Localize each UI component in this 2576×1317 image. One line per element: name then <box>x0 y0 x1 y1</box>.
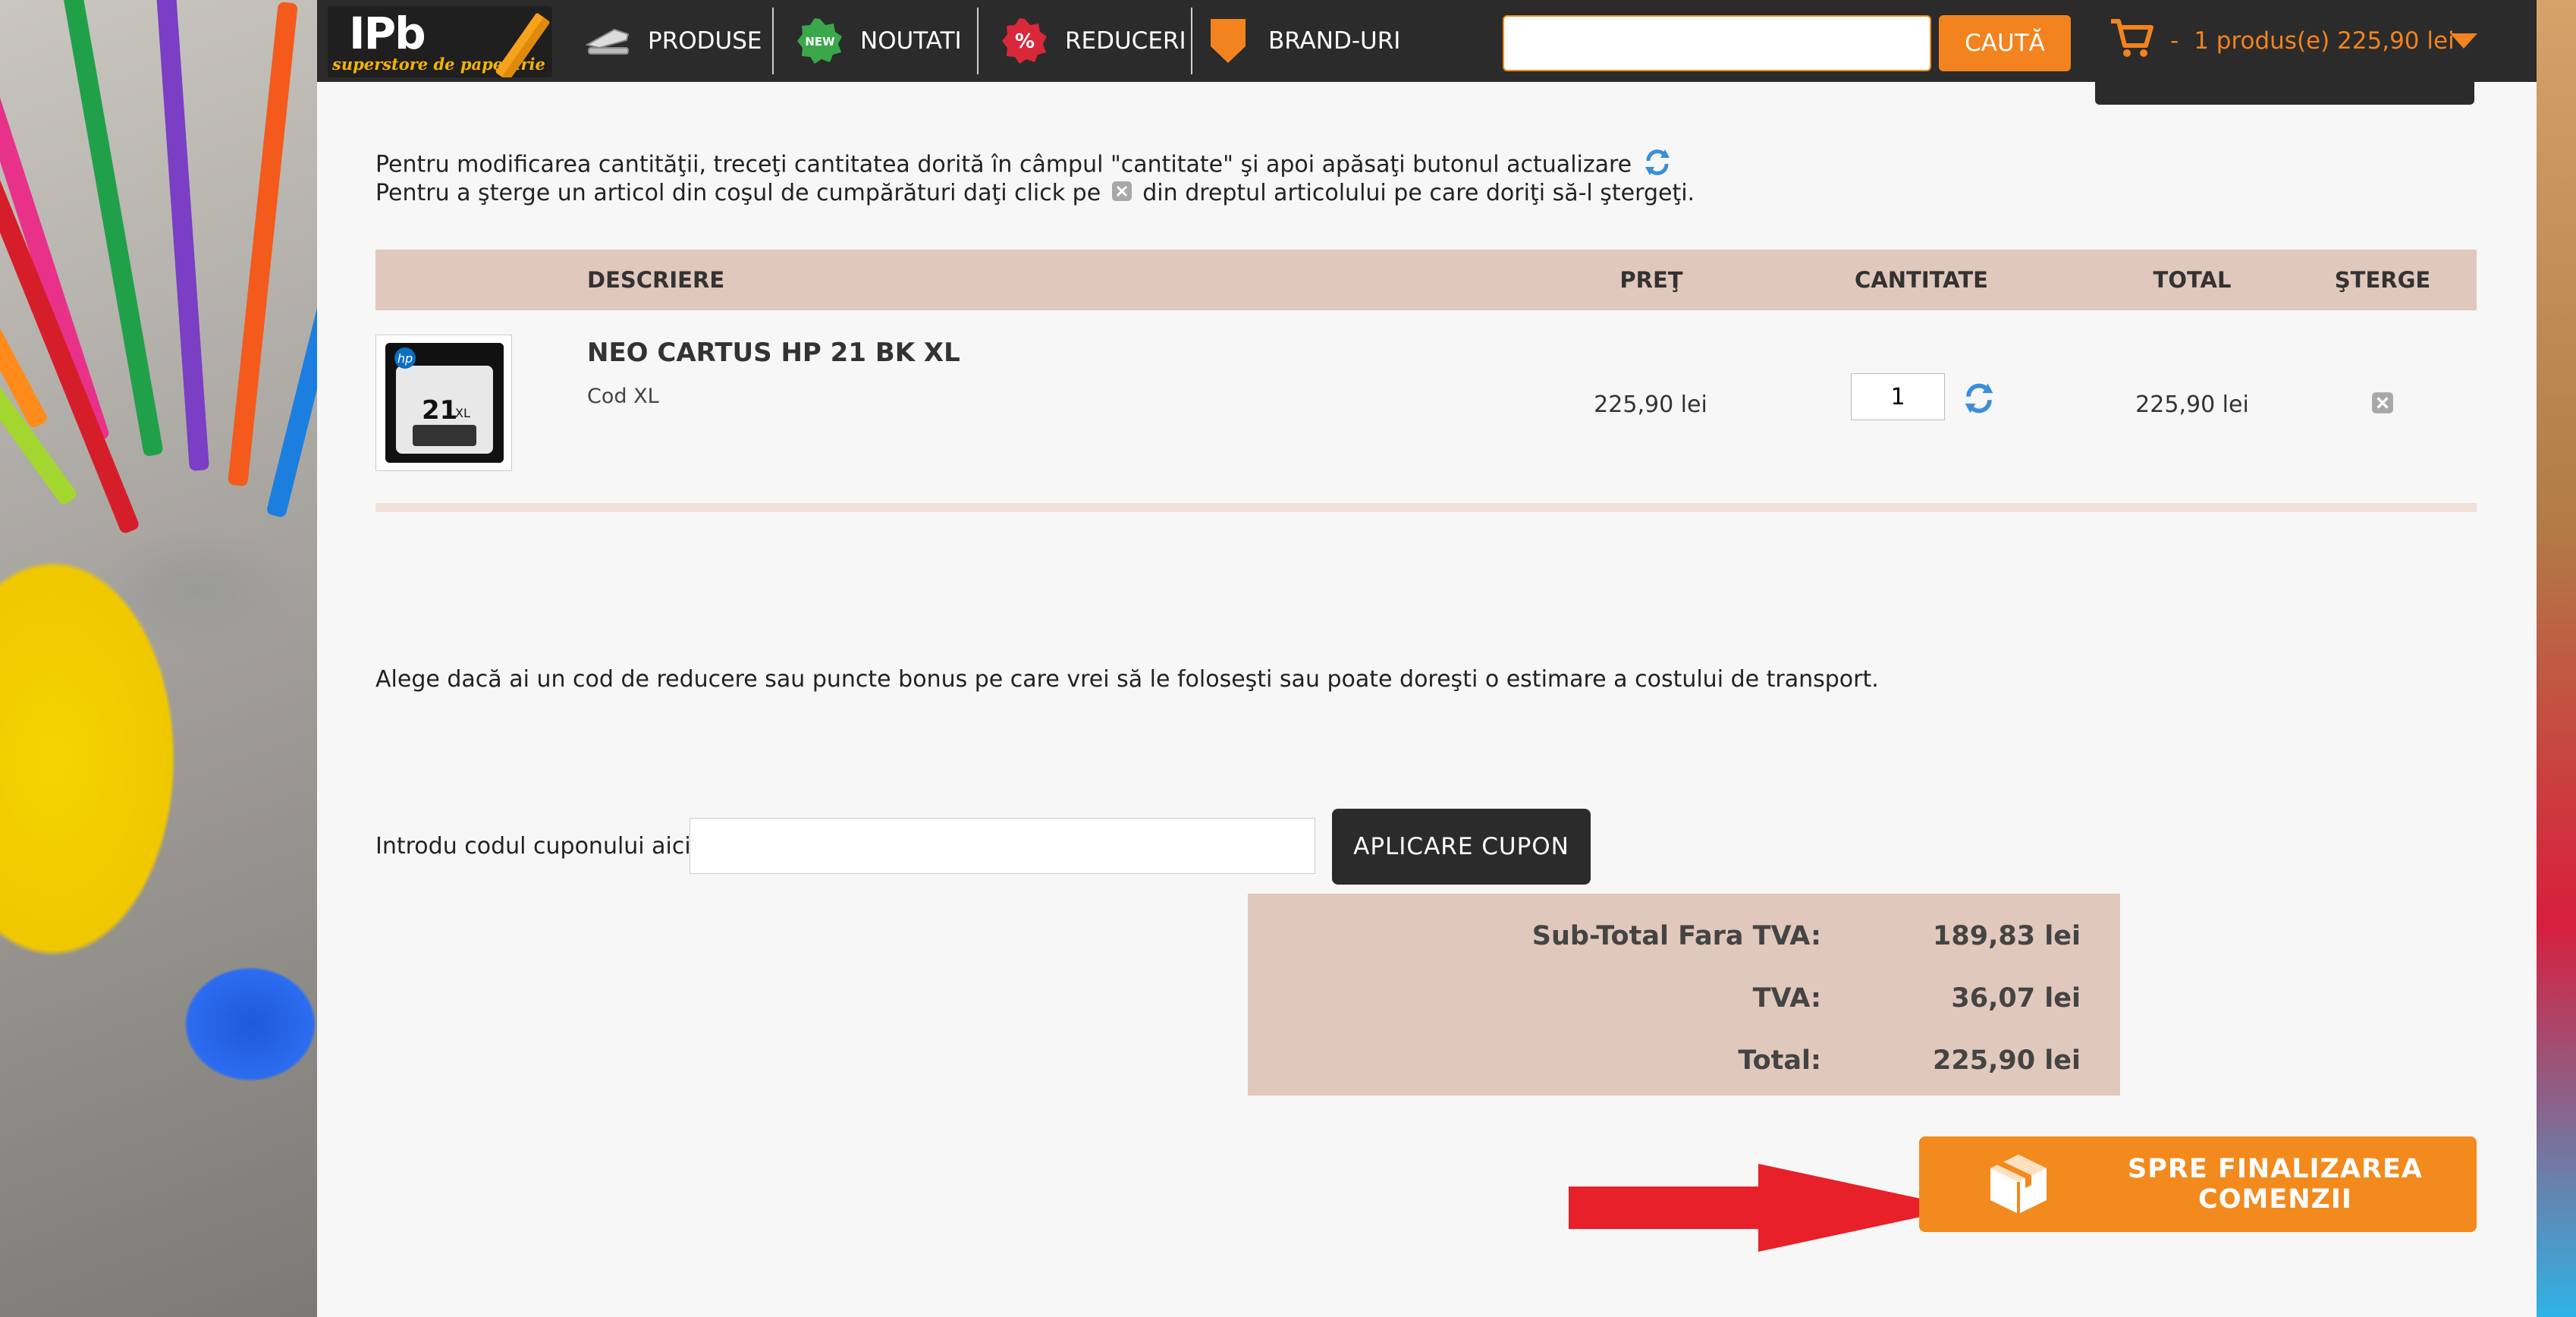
vat-value: 36,07 lei <box>1951 983 2081 1014</box>
cart-summary[interactable]: - 1 produs(e) 225,90 lei <box>2109 0 2455 82</box>
nav-divider <box>977 8 979 74</box>
cart-dropdown-panel <box>2095 82 2474 105</box>
checkout-button[interactable]: SPRE FINALIZAREA COMENZII <box>1919 1136 2477 1232</box>
thumb-model: 21 <box>422 395 457 426</box>
top-header: IPb superstore de papetarie PRODUSE NEW … <box>317 0 2537 82</box>
checkout-label: SPRE FINALIZAREA COMENZII <box>2128 1154 2423 1215</box>
quantity-instruction: Pentru modificarea cantităţii, treceţi c… <box>375 147 1676 184</box>
subtotal-label: Sub-Total Fara TVA: <box>1531 921 1821 951</box>
nav-item-branduri[interactable]: BRAND-URI <box>1205 0 1400 82</box>
thumb-suffix: XL <box>455 406 470 420</box>
nav-item-produse[interactable]: PRODUSE <box>584 0 762 82</box>
coupon-input[interactable] <box>690 818 1315 874</box>
product-thumbnail[interactable]: hp 21 XL <box>375 335 512 471</box>
refresh-icon <box>1642 147 1673 184</box>
apply-coupon-button[interactable]: APLICARE CUPON <box>1332 809 1591 885</box>
column-total: TOTAL <box>2153 267 2232 293</box>
coupon-label: Introdu codul cuponului aici: <box>375 833 699 860</box>
nav-label: BRAND-URI <box>1268 27 1401 55</box>
column-price: PREŢ <box>1619 267 1683 293</box>
column-quantity: CANTITATE <box>1855 267 1988 293</box>
nav-label: REDUCERI <box>1065 27 1186 55</box>
logo-text: IPb <box>349 8 426 59</box>
new-badge-icon: NEW <box>796 17 843 64</box>
thumb-brand: hp <box>397 351 413 366</box>
discount-prompt: Alege dacă ai un cod de reducere sau pun… <box>375 666 1879 693</box>
background-photo-right <box>2537 0 2576 1317</box>
nav-divider <box>1191 8 1192 74</box>
cart-table-header: DESCRIERE PREŢ CANTITATE TOTAL ŞTERGE <box>375 250 2477 310</box>
vat-label: TVA: <box>1752 983 1821 1014</box>
nav-item-reduceri[interactable]: % REDUCERI <box>1001 0 1186 82</box>
cart-icon <box>2109 18 2153 64</box>
cart-separator: - <box>2170 27 2179 55</box>
instruction-text: din dreptul articolului pe care doriţi s… <box>1142 180 1695 206</box>
package-box-icon <box>1986 1152 2051 1217</box>
column-delete: ŞTERGE <box>2334 267 2431 293</box>
percent-badge-icon: % <box>1001 17 1048 64</box>
product-total: 225,90 lei <box>2135 391 2249 418</box>
table-row-divider <box>375 503 2477 512</box>
product-image: hp 21 XL <box>385 343 504 463</box>
chevron-down-icon[interactable] <box>2449 32 2479 53</box>
site-logo[interactable]: IPb superstore de papetarie <box>328 6 552 77</box>
stapler-icon <box>584 17 631 64</box>
cart-summary-text: 1 produs(e) 225,90 lei <box>2194 27 2455 55</box>
order-totals: Sub-Total Fara TVA: 189,83 lei TVA: 36,0… <box>1248 894 2120 1095</box>
close-icon[interactable] <box>2371 391 2394 417</box>
total-value: 225,90 lei <box>1933 1045 2081 1076</box>
background-photo-left <box>0 0 317 1317</box>
instruction-text: Pentru modificarea cantităţii, treceţi c… <box>375 151 1632 178</box>
nav-item-noutati[interactable]: NEW NOUTATI <box>796 0 962 82</box>
nav-label: NOUTATI <box>860 27 962 55</box>
delete-instruction: Pentru a şterge un articol din coşul de … <box>375 180 1695 208</box>
instruction-text: Pentru a şterge un articol din coşul de … <box>375 180 1101 206</box>
svg-text:%: % <box>1015 30 1035 53</box>
total-label: Total: <box>1738 1045 1821 1076</box>
quantity-input[interactable] <box>1851 373 1945 420</box>
subtotal-value: 189,83 lei <box>1933 921 2081 951</box>
shield-icon <box>1205 17 1252 64</box>
search-button[interactable]: CAUTĂ <box>1939 15 2071 71</box>
svg-text:NEW: NEW <box>805 35 835 49</box>
red-arrow-annotation <box>1569 1164 1963 1252</box>
nav-label: PRODUSE <box>648 27 762 55</box>
nav-divider <box>772 8 774 74</box>
refresh-icon[interactable] <box>1962 381 1996 419</box>
close-icon <box>1111 181 1132 208</box>
column-description: DESCRIERE <box>587 267 725 293</box>
product-price: 225,90 lei <box>1594 391 1707 418</box>
search-input[interactable] <box>1503 15 1931 71</box>
product-code: Cod XL <box>587 385 659 408</box>
product-name[interactable]: NEO CARTUS HP 21 BK XL <box>587 338 960 368</box>
